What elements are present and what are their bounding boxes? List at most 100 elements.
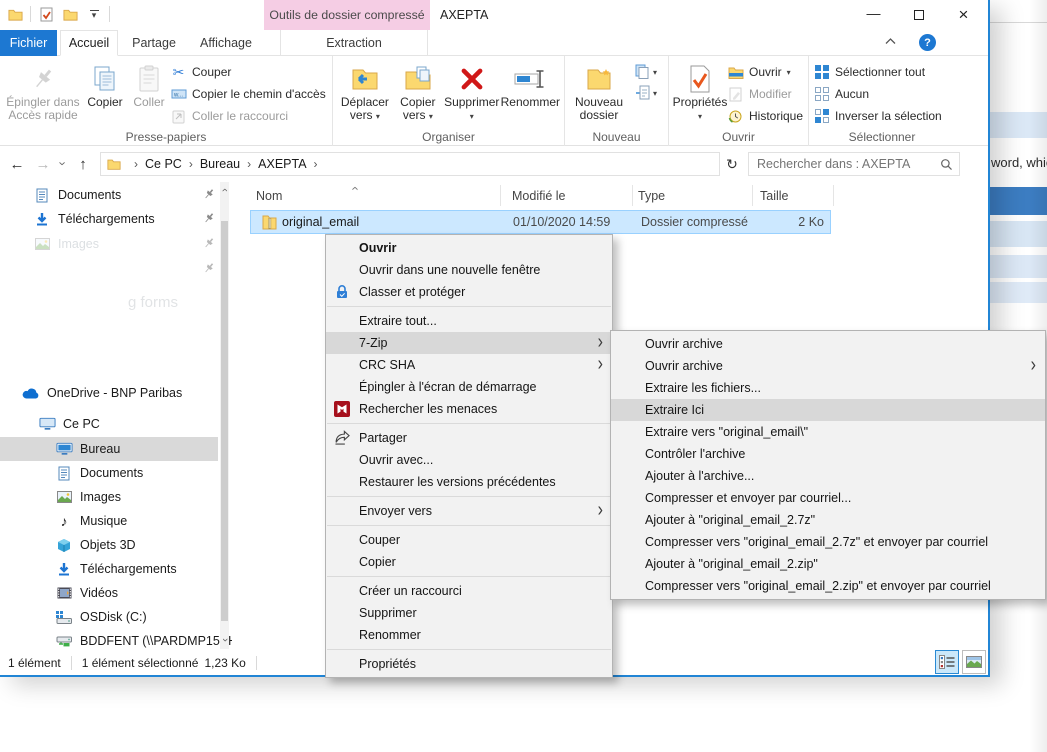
pin-icon[interactable] (203, 237, 215, 249)
sidebar-item-osdisk[interactable]: OSDisk (C:) (55, 605, 147, 629)
edit-button[interactable]: Modifier (727, 85, 803, 103)
column-separator[interactable] (833, 185, 834, 206)
menu-item-extract-all[interactable]: Extraire tout... (326, 310, 612, 332)
copy-path-button[interactable]: w... Copier le chemin d'accès (170, 85, 326, 103)
tab-share[interactable]: Partage (124, 30, 184, 56)
collapse-ribbon-icon[interactable] (885, 37, 896, 45)
submenu-item-add-to-7z[interactable]: Ajouter à "original_email_2.7z" (611, 509, 1045, 531)
folder-icon[interactable] (6, 4, 24, 24)
submenu-item-extract-to-folder[interactable]: Extraire vers "original_email\" (611, 421, 1045, 443)
sidebar-item-images[interactable]: Images (55, 485, 121, 509)
column-header-type[interactable]: Type (638, 182, 665, 209)
sidebar-item-documents-quick[interactable]: Documents (33, 183, 121, 207)
pin-to-quick-access-button[interactable]: Épingler dans Accès rapide (4, 59, 82, 125)
submenu-item-compress-zip-email[interactable]: Compresser vers "original_email_2.zip" e… (611, 575, 1045, 597)
pin-icon[interactable] (203, 212, 215, 224)
breadcrumb-this-pc[interactable]: Ce PC (145, 157, 182, 171)
properties-button[interactable]: Propriétés ▾ (673, 59, 727, 125)
menu-item-rename[interactable]: Renommer (326, 624, 612, 646)
sidebar-item-desktop[interactable]: Bureau (0, 437, 218, 461)
minimize-icon[interactable]: — (851, 0, 896, 30)
column-separator[interactable] (752, 185, 753, 206)
select-none-button[interactable]: Aucun (813, 85, 942, 103)
menu-item-pin-to-start[interactable]: Épingler à l'écran de démarrage (326, 376, 612, 398)
tab-home[interactable]: Accueil (60, 30, 118, 56)
menu-item-cut[interactable]: Couper (326, 529, 612, 551)
new-folder-button[interactable]: Nouveau dossier (569, 59, 629, 122)
column-header-modified[interactable]: Modifié le (512, 182, 566, 209)
column-separator[interactable] (500, 185, 501, 206)
new-item-button[interactable]: ▾ (635, 64, 657, 80)
folder-icon[interactable] (61, 4, 79, 24)
tab-extraction[interactable]: Extraction (280, 30, 428, 56)
details-view-button[interactable] (935, 650, 959, 674)
submenu-item-compress-email[interactable]: Compresser et envoyer par courriel... (611, 487, 1045, 509)
submenu-item-add-to-zip[interactable]: Ajouter à "original_email_2.zip" (611, 553, 1045, 575)
help-icon[interactable]: ? (919, 34, 936, 51)
menu-item-restore-versions[interactable]: Restaurer les versions précédentes (326, 471, 612, 493)
address-bar[interactable]: › Ce PC › Bureau › AXEPTA › (100, 152, 720, 176)
close-icon[interactable]: × (941, 0, 986, 30)
properties-check-icon[interactable] (37, 4, 55, 24)
menu-item-open[interactable]: Ouvrir (326, 237, 612, 259)
submenu-item-compress-7z-email[interactable]: Compresser vers "original_email_2.7z" et… (611, 531, 1045, 553)
menu-item-crc-sha[interactable]: CRC SHA› (326, 354, 612, 376)
sidebar-item-videos[interactable]: Vidéos (55, 581, 118, 605)
sidebar-item-music[interactable]: ♪ Musique (55, 509, 127, 533)
easy-access-button[interactable]: ▾ (635, 85, 657, 101)
select-all-button[interactable]: Sélectionner tout (813, 63, 942, 81)
breadcrumb-axepta[interactable]: AXEPTA (258, 157, 306, 171)
menu-item-send-to[interactable]: Envoyer vers› (326, 500, 612, 522)
back-icon[interactable]: ← (4, 156, 30, 173)
pin-icon[interactable] (203, 262, 215, 274)
submenu-item-add-to-archive[interactable]: Ajouter à l'archive... (611, 465, 1045, 487)
menu-item-7zip[interactable]: 7-Zip› (326, 332, 612, 354)
sidebar-item-documents[interactable]: Documents (55, 461, 143, 485)
sidebar-item-downloads[interactable]: Téléchargements (55, 557, 177, 581)
tab-view[interactable]: Affichage (190, 30, 262, 56)
menu-item-copy[interactable]: Copier (326, 551, 612, 573)
search-input[interactable] (749, 153, 959, 175)
qat-customize-dropdown-icon[interactable]: ▾ (85, 4, 103, 24)
submenu-item-open-archive[interactable]: Ouvrir archive (611, 333, 1045, 355)
menu-item-scan-threats[interactable]: Rechercher les menaces (326, 398, 612, 420)
scroll-up-icon[interactable]: › (220, 184, 229, 196)
search-box[interactable] (748, 152, 960, 176)
breadcrumb-desktop[interactable]: Bureau (200, 157, 240, 171)
submenu-item-extract-files[interactable]: Extraire les fichiers... (611, 377, 1045, 399)
menu-item-create-shortcut[interactable]: Créer un raccourci (326, 580, 612, 602)
pin-icon[interactable] (203, 188, 215, 200)
menu-item-open-new-window[interactable]: Ouvrir dans une nouvelle fenêtre (326, 259, 612, 281)
move-to-button[interactable]: Déplacer vers ▾ (337, 59, 393, 123)
cut-button[interactable]: ✂ Couper (170, 63, 326, 81)
copy-button[interactable]: Copier (82, 59, 128, 125)
maximize-icon[interactable] (896, 0, 941, 30)
scroll-down-icon[interactable]: › (220, 634, 229, 646)
menu-item-open-with[interactable]: Ouvrir avec... (326, 449, 612, 471)
refresh-icon[interactable]: ↻ (720, 156, 744, 173)
scrollbar-thumb[interactable] (221, 221, 228, 621)
file-row-original-email[interactable]: original_email 01/10/2020 14:59 Dossier … (250, 210, 831, 234)
sidebar-item-onedrive[interactable]: OneDrive - BNP Paribas (22, 381, 182, 405)
sidebar-item-this-pc[interactable]: Ce PC (38, 412, 100, 436)
sidebar-item-downloads-quick[interactable]: Téléchargements (33, 207, 155, 231)
sidebar-scrollbar[interactable]: › › (220, 182, 229, 649)
menu-item-share[interactable]: Partager (326, 427, 612, 449)
recent-locations-icon[interactable]: › (56, 155, 70, 173)
submenu-item-test-archive[interactable]: Contrôler l'archive (611, 443, 1045, 465)
sidebar-item-images-quick[interactable]: Images (33, 232, 99, 256)
thumbnail-view-button[interactable] (962, 650, 986, 674)
rename-button[interactable]: Renommer (501, 59, 560, 123)
column-header-name[interactable]: Nom (256, 182, 282, 209)
invert-selection-button[interactable]: Inverser la sélection (813, 107, 942, 125)
history-button[interactable]: Historique (727, 107, 803, 125)
submenu-item-extract-here[interactable]: Extraire Ici (611, 399, 1045, 421)
column-separator[interactable] (632, 185, 633, 206)
copy-to-button[interactable]: Copier vers ▾ (393, 59, 443, 123)
paste-shortcut-button[interactable]: Coller le raccourci (170, 107, 326, 125)
delete-button[interactable]: Supprimer ▾ (443, 59, 501, 123)
sidebar-item-network-drive[interactable]: BDDFENT (\\PARDMP15SH) (S:) (55, 629, 232, 649)
column-header-size[interactable]: Taille (760, 182, 789, 209)
up-icon[interactable]: ↑ (70, 156, 96, 173)
sidebar-item-3d-objects[interactable]: Objets 3D (55, 533, 136, 557)
